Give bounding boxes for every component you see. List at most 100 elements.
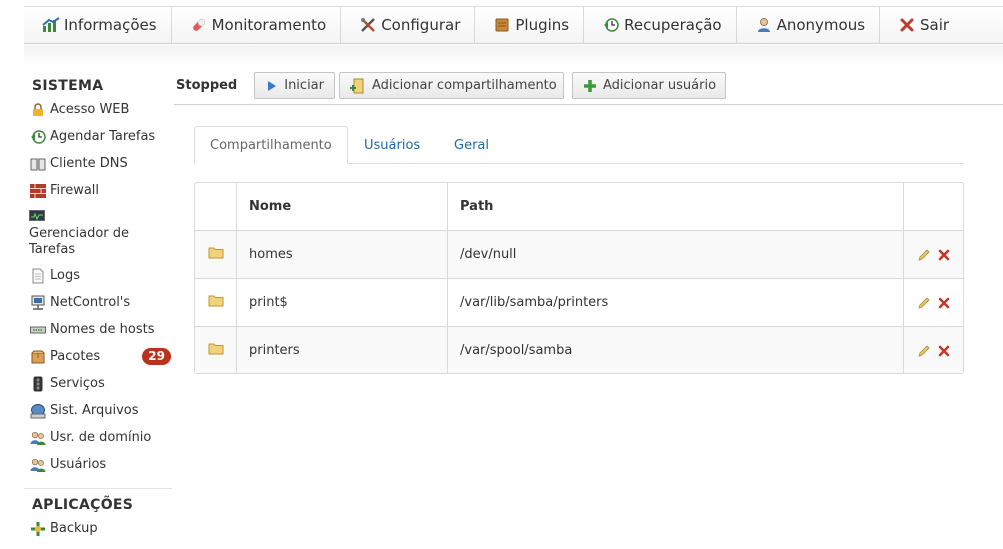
- service-status: Stopped: [176, 78, 238, 93]
- sidebar-item-nomes-de-hosts[interactable]: Nomes de hosts: [24, 316, 172, 343]
- tab-bar: Compartilhamento Usuários Geral: [194, 126, 964, 164]
- delete-x-icon[interactable]: [936, 343, 952, 359]
- sidebar-item-pacotes[interactable]: Pacotes 29: [24, 343, 172, 370]
- edit-pencil-icon[interactable]: [916, 343, 932, 359]
- nav-anonymous[interactable]: Anonymous: [737, 7, 881, 43]
- sidebar-item-usr-de-dominio[interactable]: Usr. de domínio: [24, 424, 172, 451]
- document-icon: [30, 268, 46, 284]
- table-header-path[interactable]: Path: [447, 183, 903, 230]
- sidebar-item-usuarios[interactable]: Usuários: [24, 451, 172, 478]
- add-share-button-label: Adicionar compartilhamento: [372, 78, 557, 93]
- restore-icon: [602, 16, 620, 34]
- updates-count-badge: 29: [142, 348, 171, 365]
- sidebar-item-backup[interactable]: Backup: [24, 515, 172, 542]
- table-header-actions-col: [903, 183, 963, 230]
- table-header-row: Nome Path: [195, 183, 963, 230]
- table-header-icon-col: [195, 183, 236, 230]
- sidebar-item-label: Pacotes: [50, 349, 101, 364]
- sidebar-item-label: Usuários: [50, 457, 107, 472]
- lock-icon: [30, 102, 46, 118]
- sidebar-item-label: Cliente DNS: [50, 156, 128, 171]
- sidebar-item-label: Sist. Arquivos: [50, 403, 139, 418]
- disk-icon: [30, 403, 46, 419]
- share-name: homes: [236, 231, 447, 278]
- sidebar-header-sistema: SISTEMA: [32, 78, 104, 94]
- share-name: printers: [236, 327, 447, 373]
- sidebar-item-cliente-dns[interactable]: Cliente DNS: [24, 150, 172, 177]
- sidebar-item-label: Serviços: [50, 376, 105, 391]
- share-path: /dev/null: [447, 231, 903, 278]
- users-icon: [30, 430, 46, 446]
- sidebar-item-acesso-web[interactable]: Acesso WEB: [24, 96, 172, 123]
- delete-x-icon[interactable]: [936, 295, 952, 311]
- book-icon: [30, 156, 46, 172]
- sub-header-bar: [24, 45, 1003, 67]
- backup-icon: [30, 521, 46, 537]
- sidebar-item-agendar-tarefas[interactable]: Agendar Tarefas: [24, 123, 172, 150]
- delete-x-icon[interactable]: [936, 247, 952, 263]
- nav-sair-label: Sair: [920, 16, 950, 34]
- plus-icon: [583, 78, 597, 94]
- table-row: homes /dev/null: [195, 230, 963, 278]
- edit-pencil-icon[interactable]: [916, 247, 932, 263]
- folder-icon: [208, 342, 224, 359]
- table-row: printers /var/spool/samba: [195, 326, 963, 373]
- folder-icon: [208, 246, 224, 263]
- add-user-button[interactable]: Adicionar usuário: [572, 72, 726, 99]
- start-button-label: Iniciar: [284, 78, 324, 93]
- nav-monitoramento-label: Monitoramento: [211, 16, 327, 34]
- users-icon: [30, 457, 46, 473]
- sidebar-item-label: Acesso WEB: [50, 102, 130, 117]
- pill-icon: [190, 16, 208, 34]
- add-folder-icon: [350, 78, 366, 94]
- nav-recuperacao[interactable]: Recuperação: [584, 7, 737, 43]
- nav-configurar[interactable]: Configurar: [341, 7, 476, 43]
- firewall-icon: [30, 183, 46, 199]
- hosts-icon: [30, 322, 46, 338]
- nav-monitoramento[interactable]: Monitoramento: [172, 7, 342, 43]
- nav-plugins[interactable]: Plugins: [475, 7, 585, 43]
- package-icon: [30, 349, 46, 365]
- folder-icon: [208, 294, 224, 311]
- shares-table: Nome Path homes /dev/null print$ /var/li…: [194, 182, 964, 374]
- service-toolbar: Stopped Iniciar Adicionar compartilhamen…: [174, 72, 1003, 105]
- tab-compartilhamento[interactable]: Compartilhamento: [194, 126, 348, 164]
- table-row: print$ /var/lib/samba/printers: [195, 278, 963, 326]
- nav-informacoes[interactable]: Informações: [24, 7, 172, 43]
- sidebar-item-sist-arquivos[interactable]: Sist. Arquivos: [24, 397, 172, 424]
- nav-sair[interactable]: Sair: [880, 7, 963, 43]
- nav-configurar-label: Configurar: [381, 16, 461, 34]
- monitor-icon: [29, 208, 45, 224]
- nav-plugins-label: Plugins: [515, 16, 570, 34]
- sidebar-item-label: Agendar Tarefas: [50, 129, 156, 144]
- sidebar-item-label: Logs: [50, 268, 80, 283]
- sidebar-item-label: Backup: [50, 521, 98, 536]
- sidebar-item-label: Firewall: [50, 183, 100, 198]
- share-name: print$: [236, 279, 447, 326]
- sidebar-item-label: Usr. de domínio: [50, 430, 152, 445]
- table-header-nome[interactable]: Nome: [236, 183, 447, 230]
- sidebar-item-firewall[interactable]: Firewall: [24, 177, 172, 204]
- tab-usuarios[interactable]: Usuários: [364, 126, 420, 164]
- sidebar-item-gerenciador-de-tarefas[interactable]: Gerenciador de Tarefas: [24, 204, 172, 262]
- nav-recuperacao-label: Recuperação: [624, 16, 722, 34]
- sidebar-item-logs[interactable]: Logs: [24, 262, 172, 289]
- edit-pencil-icon[interactable]: [916, 295, 932, 311]
- sidebar-header-aplicacoes: APLICAÇÕES: [32, 497, 134, 513]
- network-icon: [30, 295, 46, 311]
- sidebar-item-netcontrols[interactable]: NetControl's: [24, 289, 172, 316]
- clock-icon: [30, 129, 46, 145]
- start-button[interactable]: Iniciar: [254, 72, 335, 99]
- top-navigation: Informações Monitoramento Configurar Plu…: [24, 6, 1003, 44]
- close-icon: [898, 16, 916, 34]
- tools-icon: [359, 16, 377, 34]
- nav-anonymous-label: Anonymous: [776, 16, 866, 34]
- sidebar-item-servicos[interactable]: Serviços: [24, 370, 172, 397]
- add-share-button[interactable]: Adicionar compartilhamento: [339, 72, 564, 99]
- traffic-light-icon: [30, 376, 46, 392]
- tab-geral[interactable]: Geral: [454, 126, 489, 164]
- sidebar-item-label: NetControl's: [50, 295, 131, 310]
- share-path: /var/lib/samba/printers: [447, 279, 903, 326]
- play-icon: [265, 78, 278, 94]
- sidebar: SISTEMA Acesso WEB Agendar Tarefas Clien…: [24, 70, 172, 542]
